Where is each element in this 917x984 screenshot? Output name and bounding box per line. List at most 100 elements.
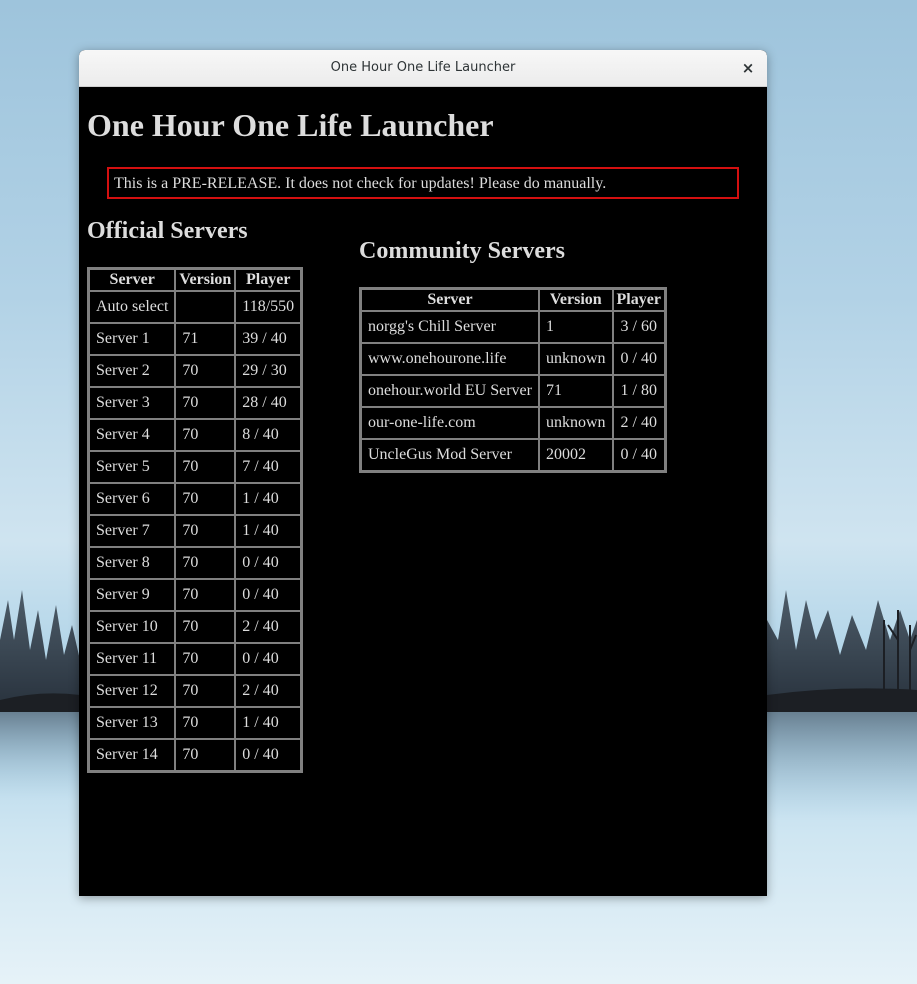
- community-header-player: Player: [612, 289, 665, 311]
- prerelease-notice: This is a PRE-RELEASE. It does not check…: [107, 167, 739, 199]
- official-cell-player: 1 / 40: [235, 483, 302, 515]
- official-server-row[interactable]: Server 8 70 0 / 40: [89, 547, 302, 579]
- close-button[interactable]: ×: [739, 59, 757, 77]
- community-header-row: Server Version Player: [361, 289, 665, 311]
- community-server-row[interactable]: onehour.world EU Server 71 1 / 80: [361, 375, 665, 407]
- official-cell-version: 70: [175, 515, 236, 547]
- official-cell-player: 28 / 40: [235, 387, 302, 419]
- community-cell-server: UncleGus Mod Server: [361, 439, 539, 471]
- official-cell-version: 70: [175, 451, 236, 483]
- official-cell-server: Server 7: [89, 515, 176, 547]
- official-cell-version: 70: [175, 579, 236, 611]
- official-header-player: Player: [235, 269, 302, 291]
- official-cell-player: 29 / 30: [235, 355, 302, 387]
- left-forest: [0, 590, 80, 800]
- official-server-row[interactable]: Server 12 70 2 / 40: [89, 675, 302, 707]
- official-server-row[interactable]: Server 10 70 2 / 40: [89, 611, 302, 643]
- official-cell-server: Server 4: [89, 419, 176, 451]
- official-cell-player: 2 / 40: [235, 611, 302, 643]
- official-server-row[interactable]: Auto select 118/550: [89, 291, 302, 323]
- official-header-row: Server Version Player: [89, 269, 302, 291]
- official-server-row[interactable]: Server 3 70 28 / 40: [89, 387, 302, 419]
- official-header-version: Version: [175, 269, 236, 291]
- official-cell-server: Server 5: [89, 451, 176, 483]
- community-header-version: Version: [538, 289, 613, 311]
- launcher-window: One Hour One Life Launcher × One Hour On…: [79, 50, 767, 896]
- official-cell-version: 70: [175, 739, 236, 771]
- community-cell-version: 71: [538, 375, 613, 407]
- community-server-row[interactable]: UncleGus Mod Server 20002 0 / 40: [361, 439, 665, 471]
- community-cell-player: 2 / 40: [612, 407, 665, 439]
- community-cell-version: 20002: [538, 439, 613, 471]
- official-cell-player: 7 / 40: [235, 451, 302, 483]
- official-cell-server: Auto select: [89, 291, 176, 323]
- official-server-row[interactable]: Server 6 70 1 / 40: [89, 483, 302, 515]
- official-cell-player: 1 / 40: [235, 515, 302, 547]
- official-server-row[interactable]: Server 11 70 0 / 40: [89, 643, 302, 675]
- official-cell-player: 1 / 40: [235, 707, 302, 739]
- official-server-row[interactable]: Server 14 70 0 / 40: [89, 739, 302, 771]
- official-cell-player: 0 / 40: [235, 579, 302, 611]
- official-cell-version: 70: [175, 611, 236, 643]
- community-cell-server: norgg's Chill Server: [361, 311, 539, 343]
- official-cell-player: 2 / 40: [235, 675, 302, 707]
- official-cell-server: Server 6: [89, 483, 176, 515]
- official-cell-player: 0 / 40: [235, 643, 302, 675]
- community-servers-heading: Community Servers: [359, 238, 565, 264]
- official-cell-player: 118/550: [235, 291, 302, 323]
- official-server-row[interactable]: Server 1 71 39 / 40: [89, 323, 302, 355]
- community-cell-player: 3 / 60: [612, 311, 665, 343]
- official-cell-version: 70: [175, 707, 236, 739]
- community-cell-player: 0 / 40: [612, 439, 665, 471]
- official-cell-version: 70: [175, 643, 236, 675]
- right-forest: [767, 590, 917, 820]
- official-server-row[interactable]: Server 13 70 1 / 40: [89, 707, 302, 739]
- official-cell-player: 8 / 40: [235, 419, 302, 451]
- official-cell-server: Server 2: [89, 355, 176, 387]
- official-cell-server: Server 1: [89, 323, 176, 355]
- official-header-server: Server: [89, 269, 176, 291]
- official-server-row[interactable]: Server 4 70 8 / 40: [89, 419, 302, 451]
- official-cell-player: 0 / 40: [235, 547, 302, 579]
- community-cell-player: 0 / 40: [612, 343, 665, 375]
- official-cell-version: 70: [175, 387, 236, 419]
- official-servers-table: Server Version Player Auto select 118/550…: [87, 267, 304, 773]
- official-servers-heading: Official Servers: [87, 218, 248, 244]
- official-cell-version: 70: [175, 547, 236, 579]
- community-cell-server: onehour.world EU Server: [361, 375, 539, 407]
- official-cell-server: Server 14: [89, 739, 176, 771]
- official-cell-server: Server 3: [89, 387, 176, 419]
- official-cell-version: 70: [175, 419, 236, 451]
- official-server-row[interactable]: Server 9 70 0 / 40: [89, 579, 302, 611]
- community-cell-version: unknown: [538, 343, 613, 375]
- community-cell-version: unknown: [538, 407, 613, 439]
- community-server-row[interactable]: www.onehourone.life unknown 0 / 40: [361, 343, 665, 375]
- official-server-row[interactable]: Server 5 70 7 / 40: [89, 451, 302, 483]
- community-servers-table: Server Version Player norgg's Chill Serv…: [359, 287, 667, 473]
- official-cell-server: Server 10: [89, 611, 176, 643]
- official-cell-version: 70: [175, 675, 236, 707]
- official-cell-version: 71: [175, 323, 236, 355]
- official-cell-server: Server 13: [89, 707, 176, 739]
- window-title: One Hour One Life Launcher: [330, 60, 516, 75]
- official-cell-version: 70: [175, 355, 236, 387]
- official-server-row[interactable]: Server 2 70 29 / 30: [89, 355, 302, 387]
- community-cell-server: our-one-life.com: [361, 407, 539, 439]
- official-cell-server: Server 9: [89, 579, 176, 611]
- official-cell-server: Server 8: [89, 547, 176, 579]
- window-titlebar[interactable]: One Hour One Life Launcher ×: [79, 50, 767, 87]
- official-server-row[interactable]: Server 7 70 1 / 40: [89, 515, 302, 547]
- community-cell-server: www.onehourone.life: [361, 343, 539, 375]
- community-server-row[interactable]: our-one-life.com unknown 2 / 40: [361, 407, 665, 439]
- official-cell-server: Server 11: [89, 643, 176, 675]
- community-cell-player: 1 / 80: [612, 375, 665, 407]
- official-cell-player: 39 / 40: [235, 323, 302, 355]
- community-cell-version: 1: [538, 311, 613, 343]
- community-server-row[interactable]: norgg's Chill Server 1 3 / 60: [361, 311, 665, 343]
- community-header-server: Server: [361, 289, 539, 311]
- close-icon: ×: [741, 59, 755, 77]
- official-cell-server: Server 12: [89, 675, 176, 707]
- official-cell-player: 0 / 40: [235, 739, 302, 771]
- official-cell-version: [175, 291, 236, 323]
- official-cell-version: 70: [175, 483, 236, 515]
